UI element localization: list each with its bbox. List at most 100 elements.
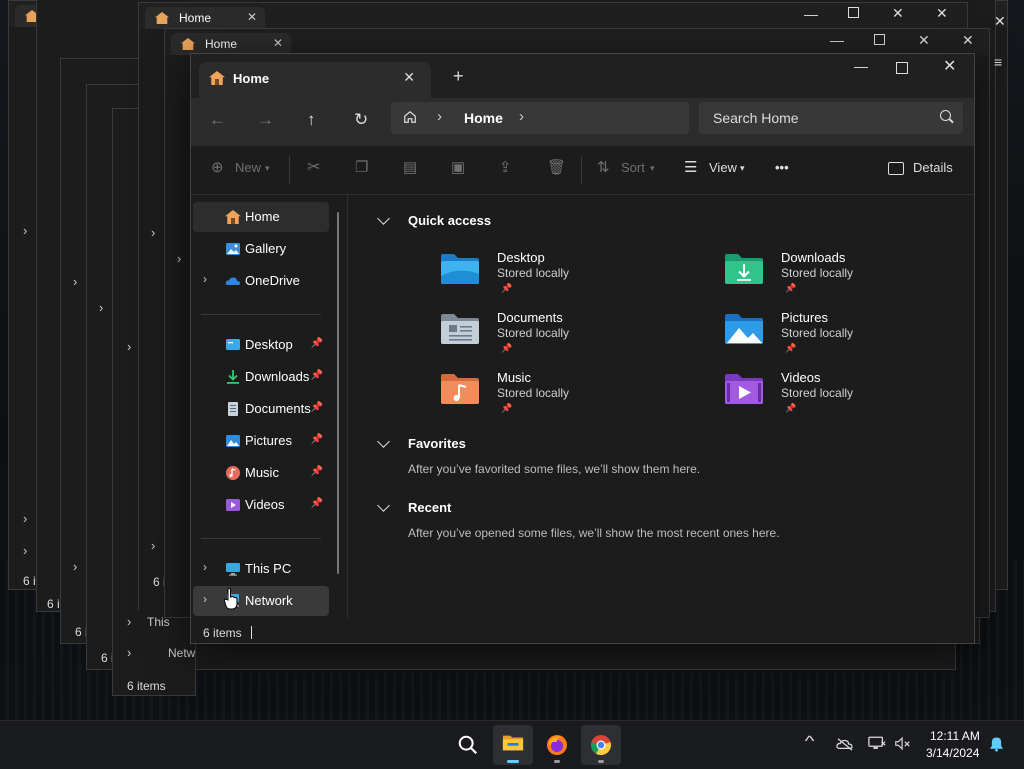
- maximize-icon[interactable]: [874, 34, 885, 45]
- notification-bell-icon[interactable]: [989, 736, 1004, 752]
- minimize-icon[interactable]: —: [830, 32, 844, 48]
- quick-access-videos[interactable]: Videos Stored locally 📌: [723, 370, 963, 424]
- chevron-right-icon[interactable]: ›: [203, 272, 207, 286]
- volume-muted-icon[interactable]: [894, 736, 912, 751]
- sidebar-item-videos[interactable]: Videos 📌: [193, 490, 329, 520]
- taskbar-search-button[interactable]: [448, 725, 488, 765]
- close-icon[interactable]: ✕: [273, 36, 283, 50]
- share-icon[interactable]: ⇪: [499, 158, 512, 176]
- chevron-right-icon[interactable]: ›: [437, 108, 442, 125]
- sidebar-item-this-pc[interactable]: › This PC: [193, 554, 329, 584]
- paste-icon[interactable]: ▤: [403, 158, 417, 176]
- chevron-right-icon[interactable]: ›: [177, 251, 181, 266]
- minimize-button[interactable]: —: [851, 58, 871, 78]
- sidebar-item-downloads[interactable]: Downloads 📌: [193, 362, 329, 392]
- quick-access-desktop[interactable]: Desktop Stored locally 📌: [439, 250, 679, 304]
- maximize-button[interactable]: [896, 62, 908, 74]
- section-recent[interactable]: Recent: [408, 500, 451, 515]
- chevron-right-icon[interactable]: ›: [151, 538, 155, 553]
- chevron-right-icon[interactable]: ›: [127, 339, 131, 354]
- chevron-right-icon[interactable]: ›: [127, 614, 131, 629]
- details-button[interactable]: Details: [913, 160, 953, 175]
- sidebar-item-network[interactable]: Network: [168, 646, 195, 660]
- collapse-chevron-icon[interactable]: [377, 212, 390, 225]
- view-button[interactable]: View: [709, 160, 737, 175]
- back-button[interactable]: ←: [209, 110, 226, 130]
- new-tab-button[interactable]: +: [453, 66, 464, 87]
- close-icon[interactable]: ✕: [962, 32, 974, 49]
- sidebar-item-pictures[interactable]: Pictures 📌: [193, 426, 329, 456]
- chevron-right-icon[interactable]: ›: [23, 511, 27, 526]
- menu-icon[interactable]: ≡: [994, 54, 1002, 70]
- sidebar-scrollbar[interactable]: [337, 212, 339, 574]
- forward-button[interactable]: →: [257, 110, 274, 130]
- sidebar-item-network[interactable]: › Network: [193, 586, 329, 616]
- chevron-right-icon[interactable]: ›: [151, 225, 155, 240]
- pane-divider[interactable]: [347, 194, 348, 619]
- search-input[interactable]: Search Home: [699, 102, 963, 134]
- quick-access-downloads[interactable]: Downloads Stored locally 📌: [723, 250, 963, 304]
- title-bar[interactable]: Home ✕ + — ✕: [191, 54, 974, 98]
- file-explorer-window[interactable]: Home ✕ + — ✕ ← → ↑ ↻ › Home › Search Hom…: [190, 53, 975, 644]
- sidebar-item-documents[interactable]: Documents 📌: [193, 394, 329, 424]
- up-button[interactable]: ↑: [307, 110, 316, 130]
- sidebar-item-home[interactable]: Home: [193, 202, 329, 232]
- chevron-right-icon[interactable]: ›: [127, 645, 131, 660]
- onedrive-offline-icon[interactable]: [836, 737, 854, 751]
- section-favorites[interactable]: Favorites: [408, 436, 466, 451]
- chevron-right-icon[interactable]: ›: [73, 559, 77, 574]
- pin-icon[interactable]: 📌: [311, 402, 323, 413]
- collapse-chevron-icon[interactable]: [377, 499, 390, 512]
- tab-close-button[interactable]: ✕: [403, 69, 415, 86]
- chevron-right-icon[interactable]: ›: [519, 108, 524, 125]
- chevron-right-icon[interactable]: ›: [203, 592, 207, 606]
- collapse-chevron-icon[interactable]: [377, 435, 390, 448]
- rename-icon[interactable]: ▣: [451, 158, 465, 176]
- breadcrumb-home[interactable]: Home: [464, 110, 503, 126]
- minimize-icon[interactable]: —: [804, 6, 818, 22]
- sidebar-item-onedrive[interactable]: › OneDrive: [193, 266, 329, 296]
- home-icon[interactable]: [403, 110, 417, 124]
- copy-icon[interactable]: ❐: [355, 158, 368, 176]
- pin-icon[interactable]: 📌: [311, 338, 323, 349]
- address-bar[interactable]: › Home ›: [391, 102, 689, 134]
- quick-access-music[interactable]: Music Stored locally 📌: [439, 370, 679, 424]
- cut-icon[interactable]: ✂: [307, 157, 320, 177]
- chevron-right-icon[interactable]: ›: [73, 274, 77, 289]
- new-button[interactable]: New: [235, 160, 261, 175]
- chevron-right-icon[interactable]: ›: [203, 560, 207, 574]
- more-options-button[interactable]: •••: [775, 160, 789, 175]
- pin-icon[interactable]: 📌: [311, 498, 323, 509]
- close-icon[interactable]: ✕: [994, 13, 1006, 30]
- section-quick-access[interactable]: Quick access: [408, 213, 491, 228]
- network-status-icon[interactable]: [868, 736, 886, 751]
- delete-icon[interactable]: 🗑: [547, 158, 566, 176]
- taskbar-file-explorer[interactable]: [493, 725, 533, 765]
- maximize-icon[interactable]: [848, 7, 859, 18]
- sidebar-item-desktop[interactable]: Desktop 📌: [193, 330, 329, 360]
- search-icon[interactable]: [940, 110, 951, 121]
- chevron-right-icon[interactable]: ›: [99, 300, 103, 315]
- tab-home[interactable]: Home ✕: [199, 62, 431, 98]
- pin-icon[interactable]: 📌: [311, 434, 323, 445]
- chevron-right-icon[interactable]: ›: [23, 223, 27, 238]
- close-icon[interactable]: ✕: [936, 5, 948, 22]
- tray-expand-button[interactable]: ^: [805, 733, 815, 750]
- taskbar-chrome[interactable]: [581, 725, 621, 765]
- chevron-right-icon[interactable]: ›: [23, 543, 27, 558]
- refresh-button[interactable]: ↻: [354, 110, 368, 130]
- sidebar-item-gallery[interactable]: Gallery: [193, 234, 329, 264]
- quick-access-pictures[interactable]: Pictures Stored locally 📌: [723, 310, 963, 364]
- pin-icon[interactable]: 📌: [311, 466, 323, 477]
- close-icon[interactable]: ✕: [918, 32, 930, 49]
- sort-button[interactable]: Sort: [621, 160, 645, 175]
- quick-access-documents[interactable]: Documents Stored locally 📌: [439, 310, 679, 364]
- sidebar-item-music[interactable]: Music 📌: [193, 458, 329, 488]
- pin-icon[interactable]: 📌: [311, 370, 323, 381]
- clock-time[interactable]: 12:11 AM: [930, 729, 980, 743]
- clock-date[interactable]: 3/14/2024: [926, 746, 979, 760]
- close-icon[interactable]: ✕: [892, 5, 904, 22]
- close-button[interactable]: ✕: [943, 56, 956, 76]
- taskbar-firefox[interactable]: [537, 725, 577, 765]
- close-icon[interactable]: ✕: [247, 10, 257, 24]
